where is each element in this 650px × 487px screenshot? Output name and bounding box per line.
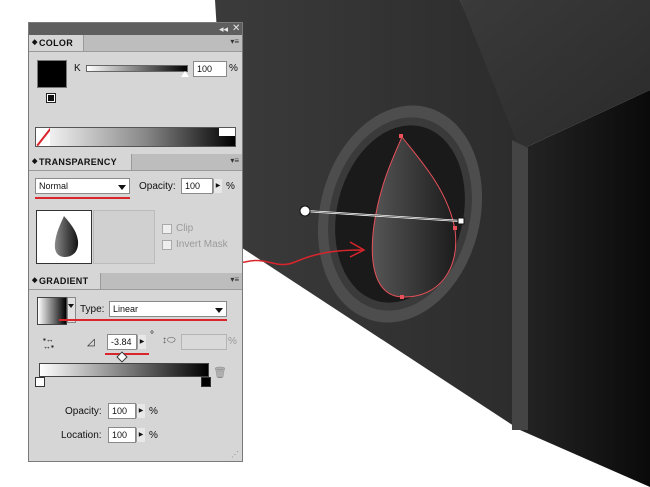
panel-menu-icon[interactable]: ▾≡: [230, 37, 239, 46]
chevron-down-icon[interactable]: [118, 185, 126, 190]
reverse-gradient-icon[interactable]: ▪↔ ↔▪: [43, 336, 59, 351]
tab-gradient[interactable]: ◆ GRADIENT: [29, 273, 101, 289]
thumbnail-drop-shape: [54, 216, 79, 257]
annotation-underline: [105, 353, 149, 355]
color-spectrum-ramp[interactable]: [35, 127, 236, 147]
panel-menu-icon[interactable]: ▾≡: [230, 275, 239, 284]
gradient-slider[interactable]: [39, 363, 209, 377]
tab-transparency-label: TRANSPARENCY: [39, 157, 117, 167]
location-field[interactable]: 100: [108, 427, 136, 443]
gradient-type-value: Linear: [113, 304, 139, 314]
angle-icon: ◿: [87, 337, 95, 348]
opacity-label: Opacity:: [139, 181, 176, 192]
k-value: 100: [197, 64, 213, 74]
location-stepper[interactable]: ▶: [136, 428, 145, 442]
stop-opacity-stepper[interactable]: ▶: [136, 404, 145, 418]
chevron-down-icon[interactable]: [215, 308, 223, 313]
white-swatch[interactable]: [219, 128, 235, 136]
tab-toggle-icon[interactable]: ◆: [32, 273, 38, 289]
blend-mode-select[interactable]: Normal: [35, 178, 130, 194]
opacity-value: 100: [185, 181, 201, 191]
box-edge-highlight: [512, 140, 528, 430]
out-of-gamut-icon[interactable]: [46, 93, 56, 103]
tab-toggle-icon[interactable]: ◆: [32, 154, 38, 170]
layer-thumbnail[interactable]: [36, 210, 92, 264]
gradient-stop-black[interactable]: [201, 377, 211, 387]
none-swatch-icon[interactable]: [36, 128, 50, 146]
panel-stack: ◂◂ ✕ ◆ COLOR ▾≡ K 100 % ◆ TRANSPARENCY ▾…: [28, 22, 243, 462]
k-value-field[interactable]: 100: [193, 61, 227, 77]
k-slider-thumb[interactable]: [181, 71, 189, 77]
channel-k-label: K: [74, 63, 81, 74]
location-label: Location:: [61, 430, 102, 441]
gradient-stop-white[interactable]: [35, 377, 45, 387]
annotation-underline: [59, 319, 227, 321]
opacity-field[interactable]: 100: [181, 178, 213, 194]
location-unit: %: [149, 430, 158, 441]
color-tabrow: ◆ COLOR ▾≡: [29, 35, 242, 52]
angle-value: -3.84: [111, 337, 132, 347]
gradient-end-handle[interactable]: [457, 217, 465, 225]
clip-label: Clip: [176, 223, 194, 234]
angle-stepper[interactable]: ▶: [137, 335, 146, 349]
tab-color-label: COLOR: [39, 38, 73, 48]
fill-swatch[interactable]: [37, 60, 67, 88]
mask-area[interactable]: [93, 210, 155, 264]
tab-transparency[interactable]: ◆ TRANSPARENCY: [29, 154, 132, 170]
gradient-panel: ◆ GRADIENT ▾≡ Type: Linear ▪↔ ↔▪ ◿ -3.84 ▶…: [29, 273, 242, 461]
type-label: Type:: [80, 304, 105, 315]
opacity-unit: %: [226, 181, 235, 192]
aspect-unit: %: [228, 336, 237, 347]
invert-mask-label: Invert Mask: [176, 239, 228, 250]
transparency-tabrow: ◆ TRANSPARENCY ▾≡: [29, 154, 242, 171]
stop-opacity-value: 100: [112, 406, 128, 416]
opacity-stepper[interactable]: ▶: [213, 179, 222, 193]
panel-titlebar[interactable]: ◂◂ ✕: [29, 23, 242, 35]
box-right-face: [520, 90, 650, 487]
color-panel: ◆ COLOR ▾≡ K 100 %: [29, 35, 242, 153]
angle-field[interactable]: -3.84: [107, 334, 137, 350]
k-unit: %: [229, 63, 238, 74]
stop-opacity-field[interactable]: 100: [108, 403, 136, 419]
k-slider-track[interactable]: [86, 65, 188, 72]
invert-mask-checkbox[interactable]: [162, 240, 172, 250]
blend-mode-value: Normal: [39, 181, 69, 191]
gradient-origin-handle[interactable]: [299, 205, 311, 217]
angle-unit: °: [150, 330, 154, 341]
stop-opacity-label: Opacity:: [65, 406, 102, 417]
tab-toggle-icon[interactable]: ◆: [32, 35, 38, 51]
aspect-ratio-icon: ↕⬭: [162, 335, 176, 346]
collapse-icon[interactable]: ◂◂: [219, 23, 228, 35]
location-value: 100: [112, 430, 128, 440]
clip-checkbox[interactable]: [162, 224, 172, 234]
annotation-underline: [35, 197, 130, 199]
transparency-panel: ◆ TRANSPARENCY ▾≡ Normal Opacity: 100 ▶ %…: [29, 154, 242, 272]
tab-color[interactable]: ◆ COLOR: [29, 35, 84, 51]
resize-grip-icon[interactable]: ⋰: [231, 450, 239, 459]
gradient-type-select[interactable]: Linear: [109, 301, 227, 317]
stop-opacity-unit: %: [149, 406, 158, 417]
panel-menu-icon[interactable]: ▾≡: [230, 156, 239, 165]
close-icon[interactable]: ✕: [232, 23, 240, 35]
trash-icon[interactable]: 🗑: [213, 366, 227, 379]
tab-gradient-label: GRADIENT: [39, 276, 89, 286]
aspect-ratio-field: [181, 334, 227, 350]
gradient-tabrow: ◆ GRADIENT ▾≡: [29, 273, 242, 290]
